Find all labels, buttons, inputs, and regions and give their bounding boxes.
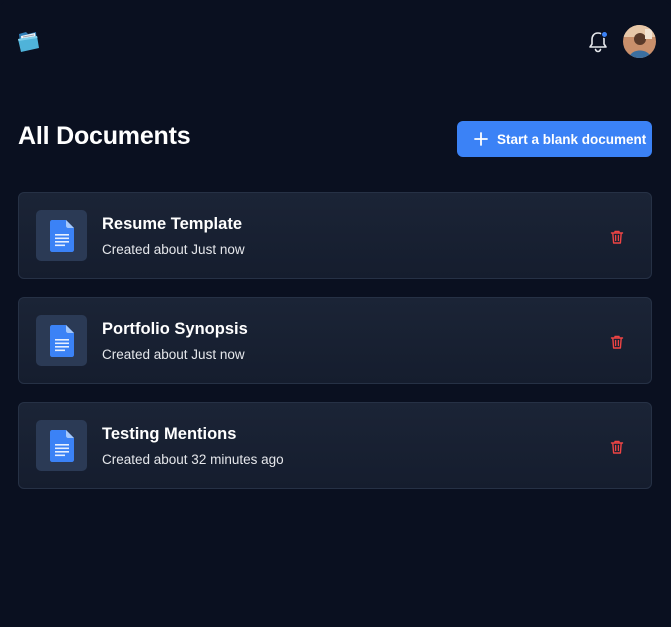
document-created: Created about 32 minutes ago (102, 452, 284, 467)
plus-icon (474, 132, 488, 146)
document-list: Resume Template Created about Just now P… (18, 192, 652, 507)
notifications-button[interactable] (587, 30, 609, 54)
start-blank-document-button[interactable]: Start a blank document (457, 121, 652, 157)
document-created: Created about Just now (102, 347, 245, 362)
document-icon (49, 219, 74, 252)
document-title: Testing Mentions (102, 425, 237, 443)
trash-icon[interactable] (609, 334, 625, 350)
start-blank-document-label: Start a blank document (497, 131, 647, 147)
trash-icon[interactable] (609, 439, 625, 455)
document-title: Portfolio Synopsis (102, 320, 248, 338)
document-card[interactable]: Testing Mentions Created about 32 minute… (18, 402, 652, 489)
document-thumbnail (36, 315, 87, 366)
folder-icon[interactable] (17, 28, 41, 54)
document-icon (49, 429, 74, 462)
page-title: All Documents (18, 122, 191, 150)
notification-badge (601, 31, 608, 38)
app-window: All Documents Start a blank document Res… (0, 0, 671, 627)
document-thumbnail (36, 420, 87, 471)
document-card[interactable]: Portfolio Synopsis Created about Just no… (18, 297, 652, 384)
document-title: Resume Template (102, 215, 242, 233)
document-created: Created about Just now (102, 242, 245, 257)
document-thumbnail (36, 210, 87, 261)
user-avatar[interactable] (623, 25, 656, 58)
top-bar (0, 0, 671, 84)
document-icon (49, 324, 74, 357)
trash-icon[interactable] (609, 229, 625, 245)
document-card[interactable]: Resume Template Created about Just now (18, 192, 652, 279)
